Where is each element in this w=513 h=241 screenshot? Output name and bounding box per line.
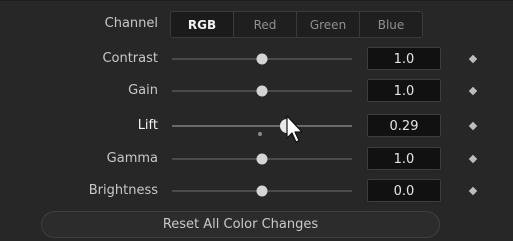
channel-option-rgb[interactable]: RGB [171, 12, 234, 37]
lift-slider-track[interactable] [172, 125, 352, 127]
brightness-keyframe-icon[interactable] [468, 186, 478, 196]
brightness-slider-thumb[interactable] [256, 185, 268, 197]
brightness-value-field[interactable]: 0.0 [367, 179, 441, 202]
mouse-pointer-icon [286, 115, 303, 143]
contrast-value-field[interactable]: 1.0 [367, 47, 441, 70]
lift-default-marker [258, 132, 262, 136]
gamma-value-field[interactable]: 1.0 [367, 147, 441, 170]
channel-option-red[interactable]: Red [234, 12, 297, 37]
contrast-label: Contrast [102, 51, 158, 66]
contrast-slider-thumb[interactable] [256, 53, 268, 65]
channel-label: Channel [104, 16, 158, 31]
gain-keyframe-icon[interactable] [468, 86, 478, 96]
gain-slider-thumb[interactable] [256, 85, 268, 97]
lift-keyframe-icon[interactable] [468, 121, 478, 131]
lift-label: Lift [137, 118, 158, 133]
gamma-label: Gamma [106, 151, 158, 166]
channel-selector: RGB Red Green Blue [170, 11, 423, 38]
gamma-keyframe-icon[interactable] [468, 154, 478, 164]
color-adjust-panel: Channel RGB Red Green Blue Contrast 1.0 … [0, 0, 513, 241]
gamma-slider-thumb[interactable] [256, 153, 268, 165]
lift-value-field[interactable]: 0.29 [367, 114, 441, 137]
channel-option-green[interactable]: Green [297, 12, 360, 37]
brightness-label: Brightness [88, 183, 158, 198]
contrast-keyframe-icon[interactable] [468, 54, 478, 64]
gain-value-field[interactable]: 1.0 [367, 79, 441, 102]
gain-label: Gain [128, 83, 158, 98]
reset-all-color-changes-button[interactable]: Reset All Color Changes [41, 211, 440, 238]
channel-option-blue[interactable]: Blue [360, 12, 422, 37]
